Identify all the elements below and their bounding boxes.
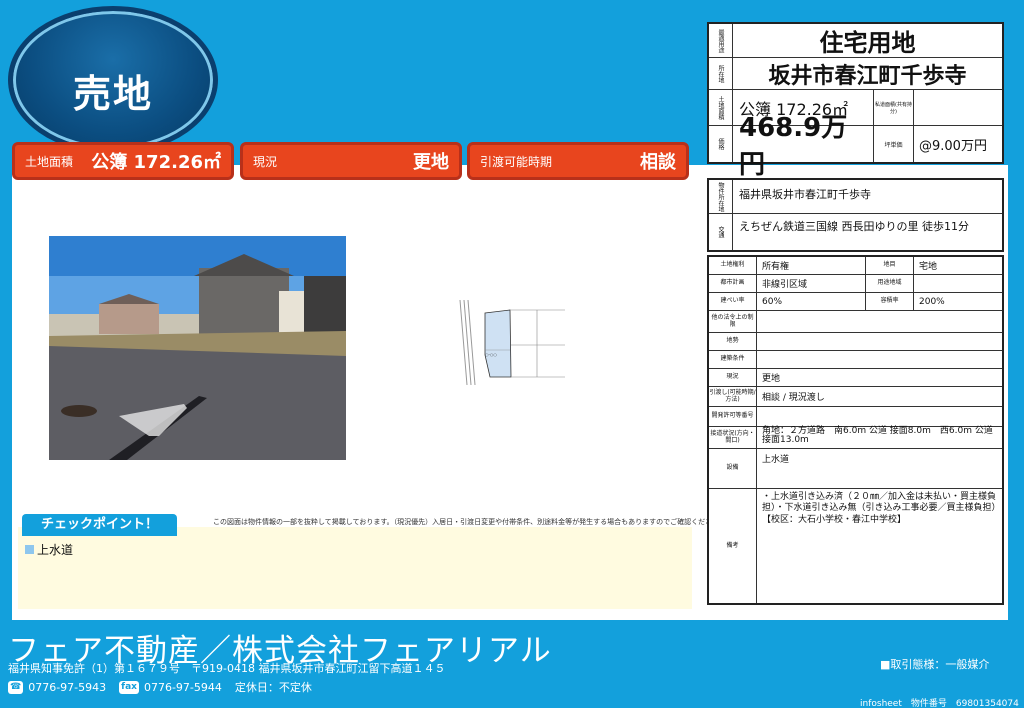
- details-label: 地目: [866, 257, 914, 274]
- details-value: [757, 407, 1002, 426]
- contact-line: ☎ 0776-97-5943 fax 0776-97-5944 定休日：不定休: [8, 679, 312, 695]
- summary-private-road: [914, 90, 1002, 125]
- details-row: 設備 上水道: [709, 449, 1002, 489]
- details-value: 宅地: [919, 262, 938, 272]
- summary-type: 住宅用地: [819, 29, 916, 57]
- details-value: [757, 351, 1002, 368]
- details-label: 用途地域: [866, 275, 914, 292]
- details-label: 開発許可等番号: [709, 407, 757, 426]
- details-row: 地勢: [709, 333, 1002, 351]
- details-label: 現況: [709, 369, 757, 386]
- details-value: 200%: [919, 296, 945, 307]
- details-value: ・上水道引き込み済（２０㎜／加入金は未払い・買主様負担）・下水道引き込み無（引き…: [762, 492, 997, 525]
- location-address: 福井県坂井市春江町千歩寺: [739, 188, 871, 201]
- location-row-access: 交通 えちぜん鉄道三国線 西長田ゆりの里 徒歩11分: [709, 214, 1002, 250]
- map-lot-label: ○-○○: [485, 352, 497, 357]
- phone-icon: ☎: [8, 680, 24, 694]
- details-label: 土地権利: [709, 257, 757, 274]
- details-value: 非線引区域: [757, 275, 866, 292]
- bullet-icon: [25, 545, 34, 554]
- details-label: 都市計画: [709, 275, 757, 292]
- details-label: 容積率: [866, 293, 914, 310]
- details-row: 土地権利 所有権 地目 宅地: [709, 257, 1002, 275]
- details-value: 更地: [762, 374, 781, 384]
- details-row: 建築条件: [709, 351, 1002, 369]
- sale-badge: 売地: [8, 6, 218, 154]
- info-value: 相談: [640, 152, 676, 173]
- details-table: 土地権利 所有権 地目 宅地 都市計画 非線引区域 用途地域 建ぺい率 60% …: [707, 255, 1004, 605]
- details-value: 角地：２方道路 南6.0m 公道 接面8.0m 西6.0m 公道 接面13.0m: [762, 426, 993, 445]
- details-row: 引渡し(可能時期/方法) 相談 / 現況渡し: [709, 387, 1002, 407]
- checkpoint-panel: [18, 527, 692, 609]
- summary-table: 最適用途 住宅用地 所在地 坂井市春江町千歩寺 土地面積 公簿 172.26㎡ …: [707, 22, 1004, 180]
- details-label: 建築条件: [709, 351, 757, 368]
- disclaimer: この図面は物件情報の一部を抜粋して掲載しております。（現況優先）入居日・引渡日変…: [213, 518, 727, 526]
- info-label: 土地面積: [25, 154, 74, 169]
- info-land-area: 土地面積 公簿 172.26㎡: [12, 142, 234, 180]
- location-access: えちぜん鉄道三国線 西長田ゆりの里 徒歩11分: [739, 220, 969, 233]
- location-table: 物件所在地 福井県坂井市春江町千歩寺 交通 えちぜん鉄道三国線 西長田ゆりの里 …: [707, 178, 1004, 252]
- details-value: 上水道: [762, 455, 790, 465]
- sale-badge-text: 売地: [72, 72, 153, 116]
- details-value: [757, 333, 1002, 350]
- site-map: ○-○○: [455, 295, 575, 390]
- sheet-id: infosheet 物件番号 69801354074: [860, 699, 1019, 709]
- details-row: 接道状況(方向・間口) 角地：２方道路 南6.0m 公道 接面8.0m 西6.0…: [709, 427, 1002, 449]
- holiday: 定休日：不定休: [234, 681, 312, 694]
- info-label: 引渡可能時期: [480, 154, 553, 169]
- details-value: 相談 / 現況渡し: [762, 393, 825, 403]
- details-label: 他の法令上の制限: [709, 311, 757, 332]
- summary-location: 坂井市春江町千歩寺: [768, 63, 967, 89]
- summary-label: 最適用途: [709, 24, 733, 57]
- info-status: 現況 更地: [240, 142, 462, 180]
- details-row: 現況 更地: [709, 369, 1002, 387]
- details-label: 備考: [709, 489, 757, 603]
- info-label: 現況: [253, 154, 278, 169]
- details-row: 開発許可等番号: [709, 407, 1002, 427]
- details-label: 引渡し(可能時期/方法): [709, 387, 757, 406]
- summary-label: 所在地: [709, 58, 733, 89]
- right-border: [1008, 165, 1024, 620]
- transaction-type: ■取引態様：一般媒介: [880, 658, 990, 671]
- details-value: 所有権: [757, 257, 866, 274]
- summary-row-location: 所在地 坂井市春江町千歩寺: [709, 58, 1002, 90]
- details-label: 接道状況(方向・間口): [709, 427, 757, 448]
- info-value: 公簿 172.26㎡: [91, 152, 221, 173]
- property-photo: [49, 236, 346, 460]
- fax-icon: fax: [119, 680, 139, 694]
- details-label: 地勢: [709, 333, 757, 350]
- details-row: 備考 ・上水道引き込み済（２０㎜／加入金は未払い・買主様負担）・下水道引き込み無…: [709, 489, 1002, 603]
- summary-row-price: 価格 468.9万円 坪単価 @9.00万円: [709, 113, 1002, 180]
- fax-number: 0776-97-5944: [143, 680, 222, 694]
- info-delivery: 引渡可能時期 相談: [467, 142, 689, 180]
- checkpoint-item: 上水道: [25, 541, 73, 558]
- details-value: [757, 311, 1002, 332]
- details-value: [914, 275, 1002, 292]
- details-label: 設備: [709, 449, 757, 488]
- checkpoint-item-text: 上水道: [37, 543, 74, 557]
- left-border: [0, 165, 12, 620]
- details-value: 60%: [757, 293, 866, 310]
- summary-label: 坪単価: [874, 126, 914, 162]
- summary-tsubo: @9.00万円: [919, 138, 987, 154]
- summary-label: 価格: [709, 126, 733, 162]
- summary-row-type: 最適用途 住宅用地: [709, 24, 1002, 58]
- details-row: 他の法令上の制限: [709, 311, 1002, 333]
- details-label: 建ぺい率: [709, 293, 757, 310]
- details-row: 建ぺい率 60% 容積率 200%: [709, 293, 1002, 311]
- info-value: 更地: [413, 152, 449, 173]
- location-label: 物件所在地: [709, 180, 733, 213]
- license-address: 福井県知事免許（1）第１６７９号 〒919-0418 福井県坂井市春江町江留下高…: [8, 662, 446, 675]
- details-row: 都市計画 非線引区域 用途地域: [709, 275, 1002, 293]
- location-row-address: 物件所在地 福井県坂井市春江町千歩寺: [709, 180, 1002, 214]
- summary-price: 468.9万円: [733, 113, 874, 180]
- summary-label: 私道面積(共有持分): [874, 90, 914, 125]
- tel-number[interactable]: 0776-97-5943: [28, 681, 106, 694]
- summary-label: 土地面積: [709, 90, 733, 125]
- checkpoint-title: チェックポイント！: [22, 514, 177, 536]
- location-label: 交通: [709, 214, 733, 250]
